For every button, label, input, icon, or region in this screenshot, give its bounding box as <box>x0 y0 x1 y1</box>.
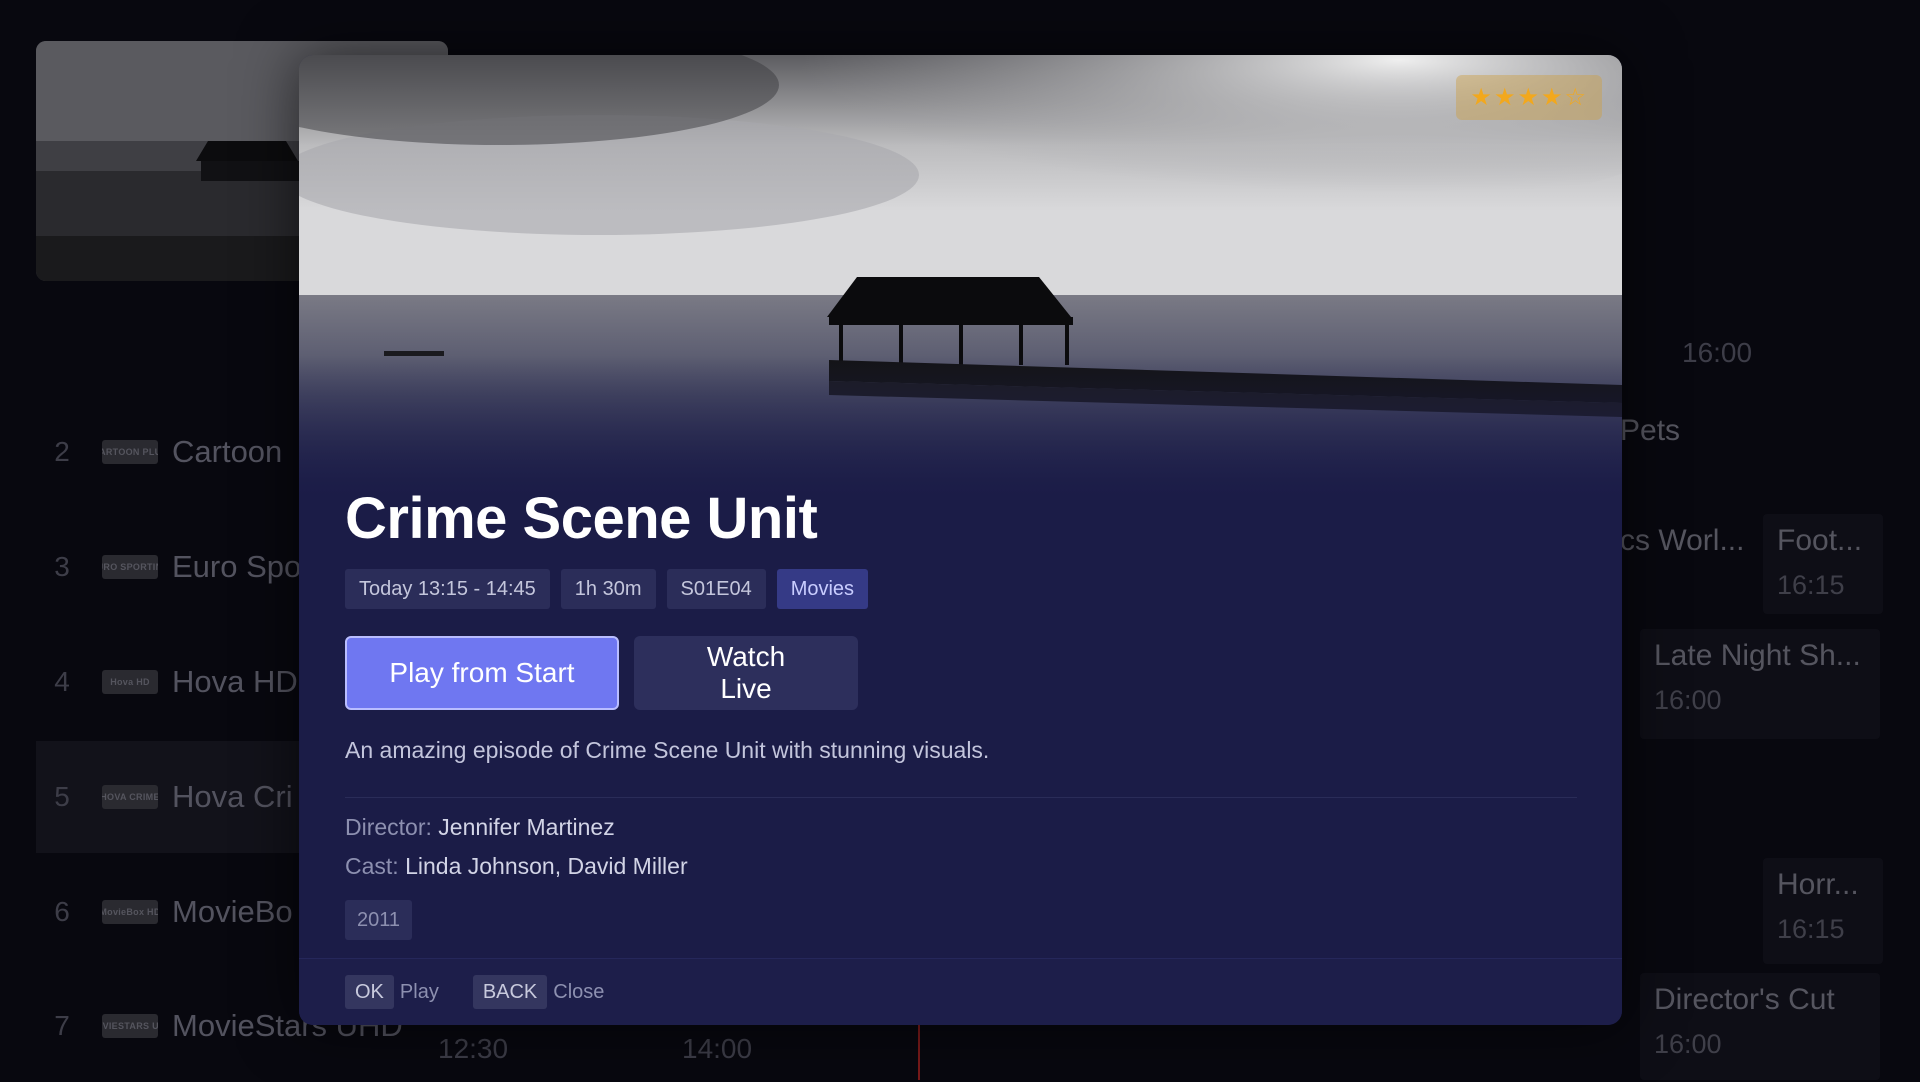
program-time: 16:00 <box>1654 685 1722 715</box>
program-time: 16:00 <box>1654 1029 1722 1059</box>
action-buttons: Play from Start Watch Live <box>345 636 858 710</box>
epg-time-header: 16:00 <box>1682 337 1753 368</box>
channel-logo: HOVA CRIME <box>102 785 158 809</box>
program-title: Director's Cut <box>1654 983 1835 1016</box>
play-from-start-button[interactable]: Play from Start <box>345 636 619 710</box>
program-title: cs Worl... <box>1620 524 1742 557</box>
duration-chip: 1h 30m <box>560 569 656 609</box>
channel-name: Euro Spo <box>172 549 302 584</box>
channel-logo: CARTOON PLUS <box>102 440 158 464</box>
channel-number: 4 <box>54 666 70 697</box>
channel-name: Cartoon <box>172 434 283 469</box>
airtime-chip: Today 13:15 - 14:45 <box>345 569 550 609</box>
channel-logo: Hova HD <box>102 670 158 694</box>
rating-badge: ★★★★☆ <box>1456 75 1602 120</box>
episode-chip: S01E04 <box>666 569 766 609</box>
epg-time-label: 12:30 <box>438 1033 509 1064</box>
epg-program[interactable]: Late Night Sh... 16:00 <box>1640 629 1880 739</box>
epg-channel-row[interactable]: 3 EURO SPORTING Euro Spo <box>36 511 336 623</box>
epg-program[interactable]: cs Worl... <box>1606 514 1756 614</box>
epg-time-label: 14:00 <box>682 1033 753 1064</box>
ok-key-label: Play <box>399 980 439 1003</box>
channel-number: 3 <box>54 551 70 582</box>
release-year-chip: 2011 <box>345 900 413 940</box>
cast-label: Cast: <box>345 853 399 879</box>
program-title: Pets <box>1620 414 1681 447</box>
back-key-hint: BACK <box>472 975 548 1009</box>
epg-program[interactable]: Horr... 16:15 <box>1763 858 1883 964</box>
epg-channel-row[interactable]: 6 MovieBox HD MovieBo <box>36 856 336 968</box>
program-title: Crime Scene Unit <box>345 486 818 551</box>
cast-names: Linda Johnson, David Miller <box>405 853 688 879</box>
program-time: 16:15 <box>1777 570 1845 600</box>
director-name: Jennifer Martinez <box>438 814 615 840</box>
program-details-modal: ★★★★☆ Crime Scene Unit Today 13:15 - 14:… <box>299 55 1622 1025</box>
program-title: Foot... <box>1777 524 1863 557</box>
channel-number: 5 <box>54 781 70 812</box>
director-line: Director: Jennifer Martinez <box>345 814 615 841</box>
channel-logo: MovieBox HD <box>102 900 158 924</box>
channel-name: Hova Cri <box>172 779 293 814</box>
channel-name: Hova HD <box>172 664 298 699</box>
key-hints-footer: OK Play BACK Close <box>299 958 1622 1025</box>
program-description: An amazing episode of Crime Scene Unit w… <box>345 737 990 763</box>
epg-program[interactable]: Director's Cut 16:00 <box>1640 973 1880 1080</box>
channel-number: 2 <box>54 436 70 467</box>
back-key-label: Close <box>553 980 605 1003</box>
watch-live-button[interactable]: Watch Live <box>634 636 858 710</box>
epg-program[interactable]: Foot... 16:15 <box>1763 514 1883 614</box>
genre-chip: Movies <box>776 569 869 609</box>
channel-number: 6 <box>54 896 70 927</box>
section-divider <box>345 797 1577 798</box>
cast-line: Cast: Linda Johnson, David Miller <box>345 853 688 880</box>
epg-channel-row[interactable]: 2 CARTOON PLUS Cartoon <box>36 396 336 508</box>
channel-number: 7 <box>54 1010 70 1041</box>
ok-key-hint: OK <box>345 975 394 1009</box>
channel-logo: MOVIESTARS UHD <box>102 1014 158 1038</box>
program-title: Late Night Sh... <box>1654 639 1861 672</box>
channel-logo: EURO SPORTING <box>102 555 158 579</box>
hero-gradient-overlay <box>299 355 1622 497</box>
program-title: Horr... <box>1777 868 1859 901</box>
director-label: Director: <box>345 814 432 840</box>
program-time: 16:15 <box>1777 914 1845 944</box>
current-time-indicator <box>918 1020 920 1080</box>
program-meta: Today 13:15 - 14:45 1h 30m S01E04 Movies <box>345 569 869 609</box>
epg-channel-row[interactable]: 4 Hova HD Hova HD <box>36 626 336 738</box>
channel-name: MovieBo <box>172 894 293 929</box>
epg-program[interactable]: Pets <box>1606 404 1806 494</box>
